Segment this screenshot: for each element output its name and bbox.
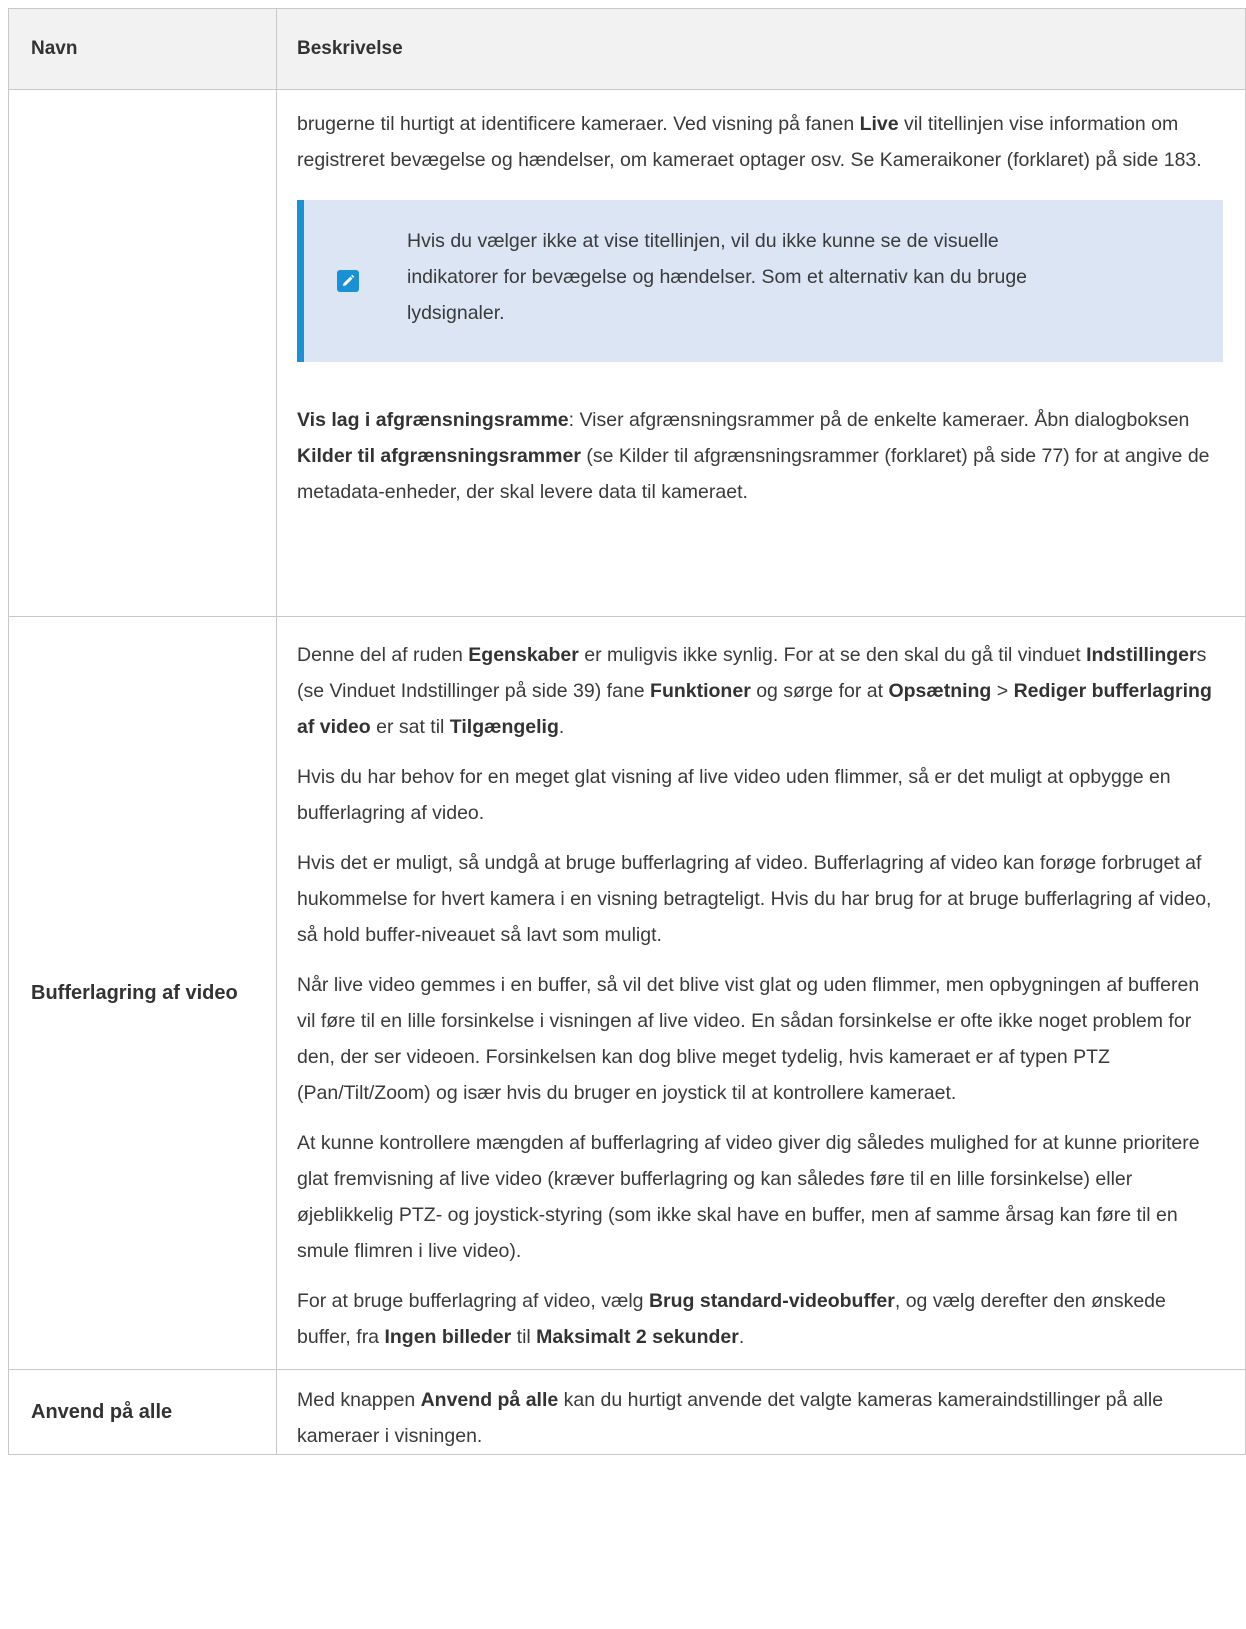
table-row: Bufferlagring af video Denne del af rude… (8, 616, 1246, 1370)
text-run: er muligvis ikke synlig. For at se den s… (578, 644, 1087, 666)
bold-term: Indstillinger (1086, 644, 1197, 666)
name-cell: Bufferlagring af video (8, 616, 277, 1370)
description-cell: Denne del af ruden Egenskaber er muligvi… (276, 616, 1246, 1370)
description-paragraph: Hvis du har behov for en meget glat visn… (297, 766, 1171, 824)
description-paragraph: At kunne kontrollere mængden af bufferla… (297, 1132, 1200, 1262)
bold-term: Funktioner (650, 680, 751, 702)
table-row: Anvend på alle Med knappen Anvend på all… (8, 1369, 1246, 1455)
bold-term: Opsætning (888, 680, 992, 702)
text-run: . (558, 716, 565, 738)
description-paragraph: Hvis det er muligt, så undgå at bruge bu… (297, 852, 1212, 946)
text-run: > (991, 680, 1014, 702)
column-header-name: Navn (8, 8, 277, 90)
bold-term: Kilder til afgrænsningsrammer (297, 445, 581, 467)
text-run: For at bruge bufferlagring af video, væl… (297, 1290, 649, 1312)
name-cell: Anvend på alle (8, 1369, 277, 1455)
description-paragraph: Vis lag i afgrænsningsramme: Viser afgræ… (297, 402, 1223, 510)
note-text: Hvis du vælger ikke at vise titellinjen,… (407, 230, 1028, 324)
bold-term: Brug standard-videobuffer (648, 1290, 895, 1312)
description-paragraph: Når live video gemmes i en buffer, så vi… (297, 974, 1200, 1104)
text-run: til (511, 1326, 537, 1348)
bold-term: Maksimalt 2 sekunder (536, 1326, 739, 1348)
bold-term: Vis lag i afgrænsningsramme (297, 409, 569, 431)
header-row: Navn Beskrivelse (8, 8, 1246, 90)
text-run: Denne del af ruden (297, 644, 469, 666)
text-run: brugerne til hurtigt at identificere kam… (297, 113, 860, 135)
bold-term: Live (859, 113, 899, 135)
table-row: brugerne til hurtigt at identificere kam… (8, 89, 1246, 617)
text-run: . (738, 1326, 745, 1348)
note-box: Hvis du vælger ikke at vise titellinjen,… (297, 200, 1223, 362)
bold-term: Tilgængelig (449, 716, 559, 738)
bold-term: Egenskaber (468, 644, 579, 666)
description-cell: brugerne til hurtigt at identificere kam… (276, 89, 1246, 617)
properties-table: Navn Beskrivelse brugerne til hurtigt at… (8, 8, 1246, 1455)
text-run: Med knappen (297, 1389, 421, 1411)
description-paragraph: For at bruge bufferlagring af video, væl… (297, 1283, 1223, 1355)
description-paragraph: brugerne til hurtigt at identificere kam… (297, 106, 1223, 178)
description-cell: Med knappen Anvend på alle kan du hurtig… (276, 1369, 1246, 1455)
text-run: og sørge for at (750, 680, 889, 702)
text-run: : Viser afgrænsningsrammer på de enkelte… (568, 409, 1190, 431)
pencil-icon (337, 270, 359, 292)
column-header-description: Beskrivelse (276, 8, 1246, 90)
name-cell-empty (8, 89, 277, 617)
text-run: er sat til (370, 716, 450, 738)
bold-term: Anvend på alle (420, 1389, 559, 1411)
description-paragraph: Denne del af ruden Egenskaber er muligvi… (297, 637, 1223, 745)
bold-term: Ingen billeder (384, 1326, 512, 1348)
description-paragraph: Med knappen Anvend på alle kan du hurtig… (297, 1382, 1223, 1454)
